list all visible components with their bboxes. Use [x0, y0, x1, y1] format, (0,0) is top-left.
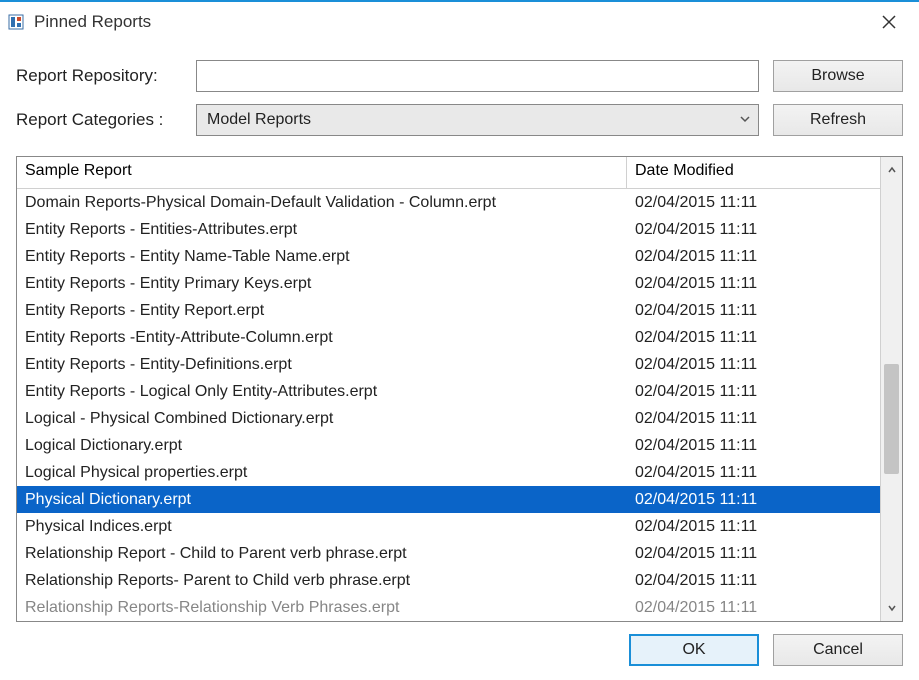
repository-row: Report Repository: Browse [16, 60, 903, 92]
refresh-button[interactable]: Refresh [773, 104, 903, 136]
repository-label: Report Repository: [16, 66, 196, 86]
row-name: Logical - Physical Combined Dictionary.e… [17, 410, 627, 428]
vertical-scrollbar[interactable] [880, 157, 902, 621]
row-name: Entity Reports - Entity Primary Keys.erp… [17, 275, 627, 293]
table-row[interactable]: Entity Reports - Logical Only Entity-Att… [17, 378, 880, 405]
row-name: Entity Reports - Entity-Definitions.erpt [17, 356, 627, 374]
row-date: 02/04/2015 11:11 [627, 599, 880, 617]
pinned-reports-dialog: Pinned Reports Report Repository: Browse… [0, 0, 919, 680]
close-icon [882, 15, 896, 29]
cancel-button[interactable]: Cancel [773, 634, 903, 666]
row-date: 02/04/2015 11:11 [627, 302, 880, 320]
report-list-panel: Sample Report Date Modified Domain Repor… [16, 156, 903, 622]
column-header-name[interactable]: Sample Report [17, 157, 627, 188]
row-name: Entity Reports - Entity Report.erpt [17, 302, 627, 320]
table-row[interactable]: Physical Dictionary.erpt02/04/2015 11:11 [17, 486, 880, 513]
row-date: 02/04/2015 11:11 [627, 221, 880, 239]
row-date: 02/04/2015 11:11 [627, 437, 880, 455]
row-date: 02/04/2015 11:11 [627, 248, 880, 266]
row-name: Physical Dictionary.erpt [17, 491, 627, 509]
table-row[interactable]: Entity Reports - Entity Report.erpt02/04… [17, 297, 880, 324]
scroll-thumb[interactable] [884, 364, 899, 474]
table-row[interactable]: Entity Reports - Entity Primary Keys.erp… [17, 270, 880, 297]
row-date: 02/04/2015 11:11 [627, 194, 880, 212]
table-row[interactable]: Logical - Physical Combined Dictionary.e… [17, 405, 880, 432]
row-date: 02/04/2015 11:11 [627, 329, 880, 347]
row-name: Logical Physical properties.erpt [17, 464, 627, 482]
dialog-footer: OK Cancel [16, 622, 903, 666]
table-row[interactable]: Relationship Reports-Relationship Verb P… [17, 594, 880, 621]
table-row[interactable]: Relationship Report - Child to Parent ve… [17, 540, 880, 567]
close-button[interactable] [869, 7, 909, 37]
app-icon [8, 14, 24, 30]
table-row[interactable]: Entity Reports - Entity-Definitions.erpt… [17, 351, 880, 378]
repository-input[interactable] [196, 60, 759, 92]
titlebar: Pinned Reports [0, 2, 919, 42]
window-title: Pinned Reports [34, 12, 869, 32]
scroll-down-icon[interactable] [883, 599, 901, 617]
list-body: Domain Reports-Physical Domain-Default V… [17, 189, 880, 621]
row-date: 02/04/2015 11:11 [627, 356, 880, 374]
row-name: Domain Reports-Physical Domain-Default V… [17, 194, 627, 212]
browse-button[interactable]: Browse [773, 60, 903, 92]
row-date: 02/04/2015 11:11 [627, 545, 880, 563]
row-date: 02/04/2015 11:11 [627, 275, 880, 293]
row-name: Physical Indices.erpt [17, 518, 627, 536]
table-row[interactable]: Entity Reports -Entity-Attribute-Column.… [17, 324, 880, 351]
list-header: Sample Report Date Modified [17, 157, 880, 189]
table-row[interactable]: Relationship Reports- Parent to Child ve… [17, 567, 880, 594]
row-date: 02/04/2015 11:11 [627, 383, 880, 401]
row-date: 02/04/2015 11:11 [627, 572, 880, 590]
row-name: Relationship Report - Child to Parent ve… [17, 545, 627, 563]
row-date: 02/04/2015 11:11 [627, 464, 880, 482]
table-row[interactable]: Physical Indices.erpt02/04/2015 11:11 [17, 513, 880, 540]
row-name: Entity Reports - Entities-Attributes.erp… [17, 221, 627, 239]
row-name: Logical Dictionary.erpt [17, 437, 627, 455]
categories-selected-value: Model Reports [207, 111, 311, 129]
table-row[interactable]: Logical Physical properties.erpt02/04/20… [17, 459, 880, 486]
row-name: Relationship Reports-Relationship Verb P… [17, 599, 627, 617]
categories-label: Report Categories : [16, 110, 196, 130]
row-name: Entity Reports - Logical Only Entity-Att… [17, 383, 627, 401]
report-list: Sample Report Date Modified Domain Repor… [17, 157, 880, 621]
ok-button[interactable]: OK [629, 634, 759, 666]
row-date: 02/04/2015 11:11 [627, 410, 880, 428]
scroll-track[interactable] [881, 179, 902, 599]
table-row[interactable]: Entity Reports - Entities-Attributes.erp… [17, 216, 880, 243]
table-row[interactable]: Entity Reports - Entity Name-Table Name.… [17, 243, 880, 270]
dialog-body: Report Repository: Browse Report Categor… [0, 42, 919, 680]
categories-select[interactable]: Model Reports [196, 104, 759, 136]
row-name: Entity Reports -Entity-Attribute-Column.… [17, 329, 627, 347]
table-row[interactable]: Logical Dictionary.erpt02/04/2015 11:11 [17, 432, 880, 459]
row-date: 02/04/2015 11:11 [627, 518, 880, 536]
column-header-date[interactable]: Date Modified [627, 157, 880, 188]
row-date: 02/04/2015 11:11 [627, 491, 880, 509]
table-row[interactable]: Domain Reports-Physical Domain-Default V… [17, 189, 880, 216]
categories-row: Report Categories : Model Reports Refres… [16, 104, 903, 136]
row-name: Relationship Reports- Parent to Child ve… [17, 572, 627, 590]
scroll-up-icon[interactable] [883, 161, 901, 179]
row-name: Entity Reports - Entity Name-Table Name.… [17, 248, 627, 266]
